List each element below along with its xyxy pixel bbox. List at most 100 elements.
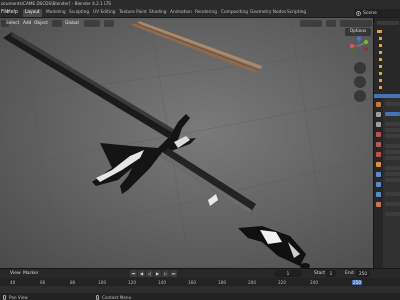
tab-sculpting[interactable]: Sculpting: [67, 9, 91, 17]
add-menu[interactable]: Add: [22, 20, 32, 27]
ruler-tick: 60: [40, 279, 46, 285]
tab-shading[interactable]: Shading: [147, 9, 168, 17]
object-icon: [379, 65, 382, 68]
transform-header[interactable]: [385, 112, 400, 116]
location-x-field[interactable]: [385, 122, 400, 126]
render-icon[interactable]: [376, 112, 381, 117]
tab-geometry-nodes[interactable]: Geometry Nodes: [248, 9, 288, 17]
scene-selector[interactable]: Scene: [354, 9, 400, 17]
scale-z-field[interactable]: [385, 178, 400, 182]
scale-y-field[interactable]: [385, 172, 400, 176]
physics-icon[interactable]: [376, 192, 381, 197]
status-bar: Pan View Context Menu: [0, 293, 400, 300]
ruler-tick: 100: [98, 279, 106, 285]
snap-dropdown[interactable]: [84, 20, 100, 27]
object-icon: [379, 58, 382, 61]
outliner-panel[interactable]: [373, 18, 400, 98]
pan-hand-icon[interactable]: [354, 76, 366, 88]
material-icon[interactable]: [376, 202, 381, 207]
scabbard-object[interactable]: [131, 21, 262, 73]
play-reverse-button[interactable]: ◁: [146, 270, 153, 277]
marker-menu[interactable]: Marker: [23, 271, 39, 276]
collection-icon: [377, 30, 382, 33]
outliner-filter[interactable]: [377, 21, 399, 25]
rotation-y-field[interactable]: [385, 150, 400, 154]
object-icon: [379, 79, 382, 82]
tab-layout[interactable]: Layout: [23, 9, 42, 17]
play-button[interactable]: ▶: [154, 270, 161, 277]
object-props-icon[interactable]: [376, 162, 381, 167]
gizmo-toggle[interactable]: [300, 20, 322, 27]
ruler-tick: 160: [188, 279, 196, 285]
mouse-middle-icon: [3, 294, 6, 300]
prev-keyframe-button[interactable]: ◀: [138, 270, 145, 277]
object-name-field[interactable]: [385, 102, 400, 106]
tab-rendering[interactable]: Rendering: [193, 9, 219, 17]
orientation-dropdown[interactable]: Global: [64, 20, 80, 27]
location-z-field[interactable]: [385, 134, 400, 138]
ruler-tick: 220: [278, 279, 286, 285]
camera-view-icon[interactable]: [354, 90, 366, 102]
tab-uv-editing[interactable]: UV Editing: [91, 9, 117, 17]
object-icon: [379, 72, 382, 75]
jump-start-button[interactable]: ⏮: [130, 270, 137, 277]
view-menu[interactable]: View: [10, 271, 21, 276]
tab-modeling[interactable]: Modeling: [44, 9, 68, 17]
ruler-tick: 40: [10, 279, 16, 285]
location-y-field[interactable]: [385, 128, 400, 132]
end-label: End: [345, 271, 354, 276]
mouse-right-icon: [96, 294, 99, 300]
object-menu[interactable]: Object: [33, 20, 49, 27]
current-frame-field[interactable]: 1: [275, 270, 301, 277]
object-icon: [379, 51, 382, 54]
timeline-track-area[interactable]: [0, 286, 400, 293]
modifier-icon[interactable]: [376, 172, 381, 177]
menu-help[interactable]: Help: [7, 10, 18, 15]
sword-object[interactable]: [3, 32, 310, 268]
view-layer-icon[interactable]: [376, 132, 381, 137]
current-frame-indicator[interactable]: 250: [352, 279, 362, 285]
ruler-tick: 120: [128, 279, 136, 285]
tab-scripting[interactable]: Scripting: [285, 9, 308, 17]
scale-x-field[interactable]: [385, 166, 400, 170]
ruler-tick: 140: [158, 279, 166, 285]
tab-compositing[interactable]: Compositing: [219, 9, 250, 17]
ruler-tick: 240: [310, 279, 318, 285]
overlay-toggle[interactable]: [326, 20, 336, 27]
tab-animation[interactable]: Animation: [168, 9, 194, 17]
rotation-z-field[interactable]: [385, 156, 400, 160]
collections-header[interactable]: [385, 212, 400, 216]
rotation-x-field[interactable]: [385, 144, 400, 148]
scene-props-icon[interactable]: [376, 142, 381, 147]
shading-modes[interactable]: [340, 20, 372, 27]
relations-header[interactable]: [385, 202, 400, 206]
properties-panel[interactable]: [373, 98, 400, 268]
world-icon[interactable]: [376, 152, 381, 157]
end-frame-field[interactable]: 250: [356, 270, 370, 277]
tab-texture-paint[interactable]: Texture Paint: [117, 9, 149, 17]
start-label: Start: [314, 271, 325, 276]
zoom-icon[interactable]: [354, 62, 366, 74]
output-icon[interactable]: [376, 122, 381, 127]
properties-tabs: [374, 98, 383, 268]
frame-ruler[interactable]: 40 60 80 100 120 140 160 180 200 220 240…: [0, 278, 400, 286]
delta-transform-header[interactable]: [385, 192, 400, 196]
timeline-header: View Marker ⏮ ◀ ◁ ▶ ▷ ⏭ 1 Start 1 End 25…: [0, 269, 400, 278]
next-keyframe-button[interactable]: ▷: [162, 270, 169, 277]
timeline-editor[interactable]: View Marker ⏮ ◀ ◁ ▶ ▷ ⏭ 1 Start 1 End 25…: [0, 268, 400, 300]
proportional-dropdown[interactable]: [104, 20, 114, 27]
start-frame-field[interactable]: 1: [326, 270, 336, 277]
3d-viewport[interactable]: Select Add Object Global Options: [0, 18, 373, 268]
ruler-tick: 80: [70, 279, 76, 285]
select-menu[interactable]: Select: [5, 20, 20, 27]
context-menu-hint: Context Menu: [102, 294, 132, 300]
tool-icon[interactable]: [376, 102, 381, 107]
ruler-tick: 180: [218, 279, 226, 285]
options-dropdown[interactable]: Options: [345, 28, 371, 36]
transform-pivot-dropdown[interactable]: [52, 20, 62, 27]
jump-end-button[interactable]: ⏭: [170, 270, 177, 277]
particles-icon[interactable]: [376, 182, 381, 187]
object-icon: [379, 86, 382, 89]
object-icon: [379, 37, 382, 40]
top-bar: File Help Layout Modeling Sculpting UV E…: [0, 8, 400, 18]
